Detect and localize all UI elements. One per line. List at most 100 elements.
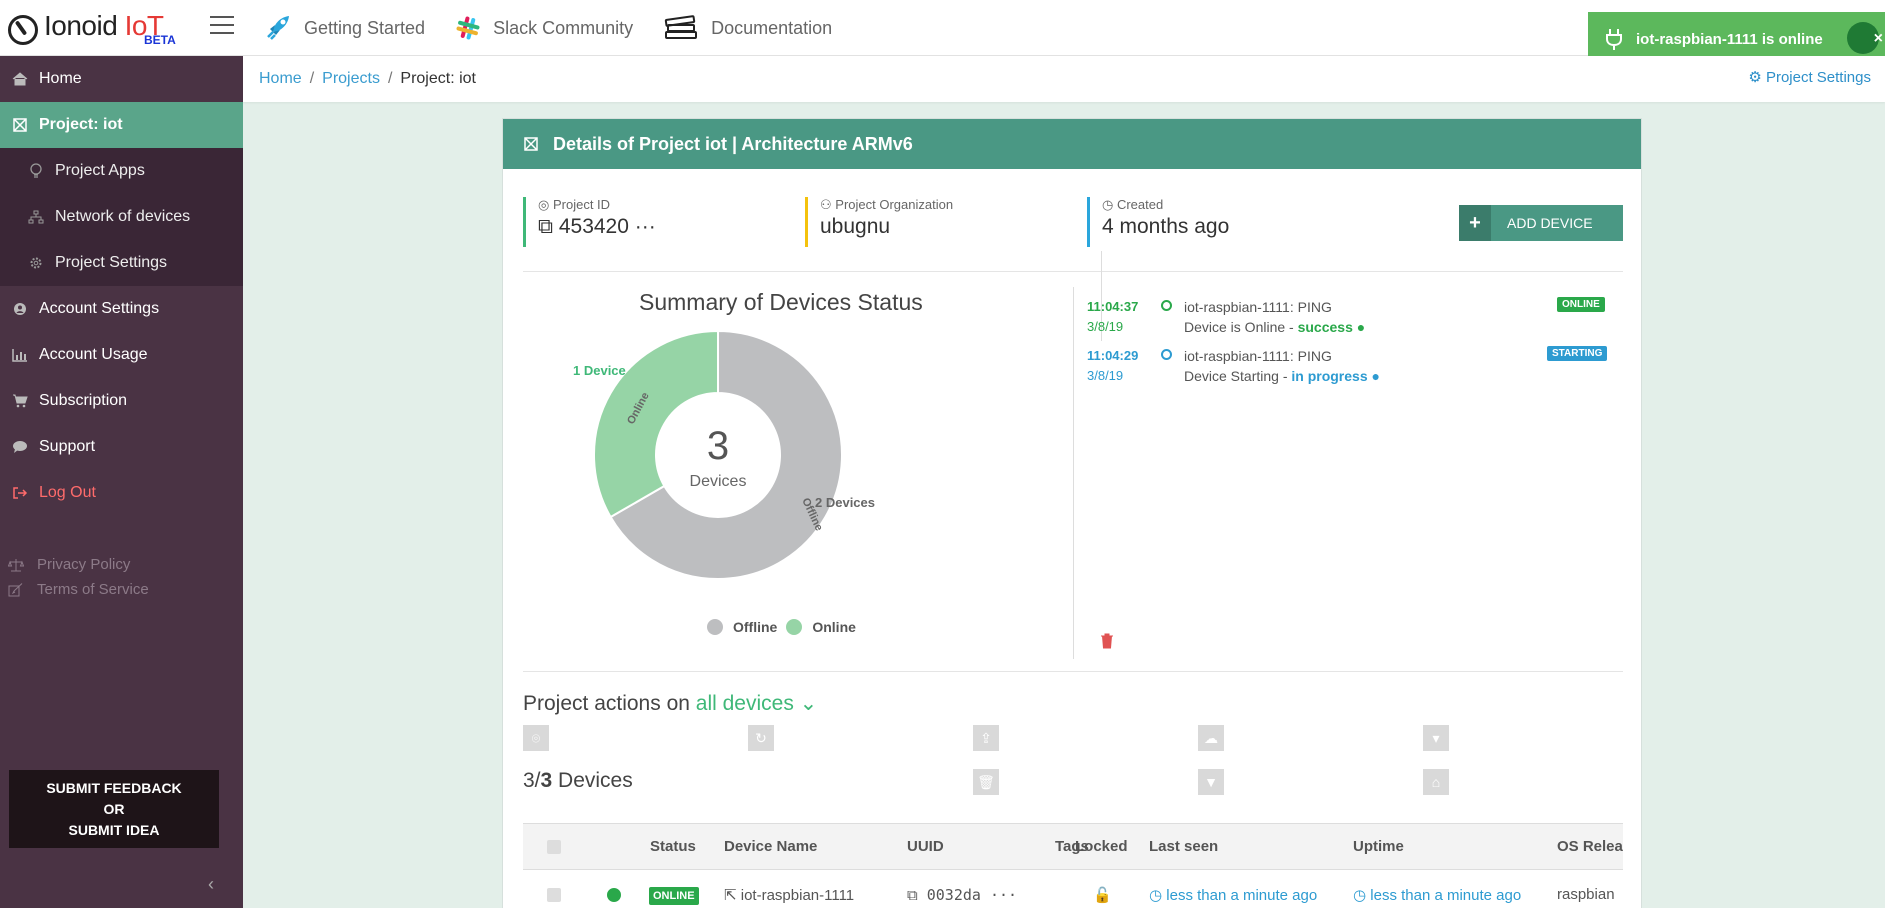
nav-documentation[interactable]: Documentation: [663, 14, 832, 42]
clear-search-button[interactable]: 🗑 CLEAR SEARCH: [973, 769, 1169, 795]
add-device-button[interactable]: + ADD DEVICE: [1459, 205, 1623, 241]
legend-swatch-offline: [707, 619, 723, 635]
bar-chart-icon: [10, 348, 30, 362]
collapse-sidebar-button[interactable]: ‹: [208, 874, 214, 895]
project-id-stat: ◎ Project ID ⧉ 453420 ···: [523, 197, 656, 247]
books-icon: [663, 14, 699, 42]
breadcrumb-separator: /: [309, 70, 315, 87]
sidebar-project-submenu: Project Apps Network of devices Project …: [0, 148, 243, 286]
network-icon: [26, 210, 46, 224]
tag-devices-button[interactable]: ⌂ TAG DEVICES: [1423, 769, 1619, 795]
unlock-icon[interactable]: 🔓: [1093, 886, 1112, 904]
reboot-button[interactable]: ↻ REBOOT: [748, 725, 944, 751]
sidebar-item-account-usage[interactable]: Account Usage: [0, 332, 243, 378]
nav-slack-community[interactable]: Slack Community: [455, 15, 633, 41]
panel-header: Details of Project iot | Architecture AR…: [503, 119, 1641, 169]
home-icon: [10, 72, 30, 86]
legend-label-online: Online: [812, 619, 856, 635]
project-icon: [523, 136, 539, 152]
row-checkbox[interactable]: [547, 888, 561, 902]
menu-toggle-button[interactable]: [210, 16, 234, 36]
status-badge: ONLINE: [1557, 297, 1605, 312]
nav-getting-started[interactable]: Getting Started: [262, 13, 425, 43]
copy-icon[interactable]: ⧉: [907, 886, 918, 904]
device-name[interactable]: iot-raspbian-1111: [741, 887, 854, 904]
sidebar-item-project[interactable]: Project: iot: [0, 102, 243, 148]
legend-label-offline: Offline: [733, 619, 778, 635]
trash-icon[interactable]: [1100, 633, 1114, 653]
legend-swatch-online: [786, 619, 803, 635]
filter-icon: ▼: [1198, 769, 1224, 795]
project-id-value: 453420 ···: [558, 215, 656, 238]
center-count: 3: [707, 424, 729, 468]
chart-title: Summary of Devices Status: [639, 289, 923, 315]
sidebar-item-network-of-devices[interactable]: Network of devices: [0, 194, 243, 240]
organization-value: ubugnu: [820, 215, 891, 238]
external-link-icon[interactable]: ⇱: [724, 887, 737, 904]
created-value: 4 months ago: [1102, 215, 1230, 238]
privacy-policy-link[interactable]: Privacy Policy: [0, 552, 243, 577]
data-label-offline: 2 Devices: [815, 495, 875, 510]
created-stat: ◷ Created 4 months ago: [1087, 197, 1229, 247]
scope-dropdown[interactable]: all devices ⌄: [696, 692, 818, 715]
close-icon[interactable]: ×: [1874, 30, 1883, 48]
device-status-donut-chart: OfflineOnline3Devices1 Device2 Devices: [573, 329, 875, 580]
lightbulb-icon: [26, 163, 46, 179]
select-all-checkbox[interactable]: [547, 840, 561, 854]
divider: [523, 671, 1623, 672]
cloud-upload-icon: ☁: [1198, 725, 1224, 751]
copy-icon[interactable]: ⧉: [538, 215, 553, 238]
project-icon: [10, 117, 30, 133]
tag-icon: ⌂: [1423, 769, 1449, 795]
terms-of-service-link[interactable]: Terms of Service: [0, 577, 243, 602]
device-count: 3/3 Devices: [523, 769, 633, 792]
clock-icon: ◷: [1353, 887, 1367, 904]
sidebar-item-project-settings[interactable]: Project Settings: [0, 240, 243, 286]
check-circle-icon: ●: [1356, 319, 1366, 335]
deploy-app-button[interactable]: ☁ DEPLOY APP: [1198, 725, 1394, 751]
cart-icon: [10, 394, 30, 408]
sidebar-footer: Privacy Policy Terms of Service: [0, 516, 243, 602]
search-devices-button[interactable]: ▼ SEARCH DEVICES: [1198, 769, 1394, 795]
sidebar-item-account-settings[interactable]: Account Settings: [0, 286, 243, 332]
data-label-online: 1 Device: [573, 363, 626, 378]
deploy-settings-button[interactable]: ⇪ DEPLOY SETTINGS: [973, 725, 1169, 751]
devices-table: Status Device Name UUID Tags Locked Last…: [523, 823, 1623, 908]
divider: [523, 271, 1623, 272]
breadcrumb-projects[interactable]: Projects: [322, 70, 380, 88]
ping-icon: ⌾: [523, 725, 549, 751]
clock-icon: ◷: [1149, 887, 1163, 904]
chat-bubble-icon: [10, 440, 30, 454]
timeline-dot: [1161, 349, 1172, 360]
ping-button[interactable]: ⌾ PING: [523, 725, 719, 751]
plug-icon: [1604, 27, 1624, 55]
sidebar-item-log-out[interactable]: Log Out: [0, 470, 243, 516]
brand-logo[interactable]: Ionoid IoT BETA: [8, 8, 176, 48]
fingerprint-icon: ◎: [538, 197, 550, 212]
trash-icon: 🗑: [973, 769, 999, 795]
center-label: Devices: [690, 473, 747, 490]
sidebar-item-support[interactable]: Support: [0, 424, 243, 470]
submit-feedback-button[interactable]: SUBMIT FEEDBACK OR SUBMIT IDEA: [9, 770, 219, 848]
user-circle-icon: [10, 302, 30, 316]
chart-legend: Offline Online: [707, 619, 856, 635]
ionoid-logo-icon: [8, 15, 38, 45]
table-header: Status Device Name UUID Tags Locked Last…: [523, 824, 1623, 870]
caret-down-icon: ▾: [1423, 725, 1449, 751]
balance-scale-icon: [8, 558, 28, 572]
breadcrumb-home[interactable]: Home: [259, 70, 302, 88]
breadcrumb-current: Project: iot: [400, 70, 476, 87]
status-badge: STARTING: [1547, 346, 1608, 361]
status-badge: ONLINE: [649, 887, 699, 905]
breadcrumb: Home / Projects / Project: iot ⚙ Project…: [243, 56, 1885, 102]
sidebar-item-home[interactable]: Home: [0, 56, 243, 102]
beta-badge: BETA: [144, 33, 176, 47]
project-settings-link[interactable]: ⚙ Project Settings: [1748, 68, 1871, 86]
sidebar: Home Project: iot Project Apps Network o…: [0, 56, 243, 908]
sidebar-item-subscription[interactable]: Subscription: [0, 378, 243, 424]
advanced-button[interactable]: ▾ ADVANCED: [1423, 725, 1619, 751]
sidebar-item-project-apps[interactable]: Project Apps: [0, 148, 243, 194]
users-icon: ⚇: [820, 197, 832, 212]
clock-icon: ●: [1371, 368, 1380, 384]
timeline-dot: [1161, 300, 1172, 311]
